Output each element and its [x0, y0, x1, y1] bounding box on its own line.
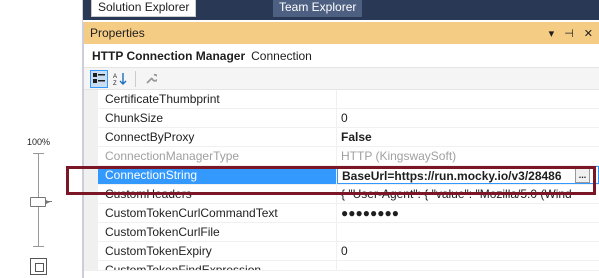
- property-name: CustomTokenExpiry: [98, 242, 337, 260]
- property-name: CustomTokenFindExpression: [98, 261, 337, 270]
- property-name: ChunkSize: [98, 109, 337, 127]
- property-name: CertificateThumbprint: [98, 90, 337, 108]
- zoom-slider-marker: [48, 201, 52, 202]
- property-value[interactable]: [337, 90, 599, 108]
- property-row[interactable]: CertificateThumbprint: [84, 90, 599, 109]
- property-name: CustomTokenCurlFile: [98, 223, 337, 241]
- property-value: HTTP (KingswaySoft): [341, 149, 457, 163]
- toolbar-separator: [135, 70, 136, 87]
- alphabetical-icon[interactable]: AZ: [111, 70, 129, 88]
- zoom-level-label: 100%: [27, 137, 51, 147]
- categorized-icon[interactable]: [90, 69, 108, 88]
- property-value[interactable]: 0: [337, 109, 599, 127]
- property-name: CustomTokenCurlCommandText: [98, 204, 337, 222]
- zoom-to-fit-button[interactable]: [30, 258, 47, 275]
- pin-icon[interactable]: ⊣: [564, 27, 574, 40]
- tab-solution-explorer[interactable]: Solution Explorer: [91, 0, 197, 17]
- zoom-slider-tick: [33, 153, 44, 154]
- svg-text:A: A: [113, 74, 117, 80]
- highlight-annotation-box: [66, 166, 596, 195]
- property-row: ConnectionManagerType HTTP (KingswaySoft…: [84, 147, 599, 166]
- property-row[interactable]: CustomTokenExpiry 0: [84, 242, 599, 261]
- object-name: HTTP Connection Manager: [92, 48, 246, 63]
- zoom-slider-thumb[interactable]: [30, 197, 50, 207]
- svg-text:Z: Z: [113, 81, 117, 86]
- property-row[interactable]: CustomTokenFindExpression: [84, 261, 599, 271]
- property-pages-icon[interactable]: [142, 70, 160, 88]
- close-icon[interactable]: ✕: [584, 27, 593, 40]
- properties-panel: Properties ▾ ⊣ ✕ HTTP Connection Manager…: [83, 22, 599, 278]
- property-value[interactable]: ●●●●●●●●: [337, 204, 599, 222]
- property-value[interactable]: [337, 223, 599, 241]
- property-row[interactable]: ConnectByProxy False: [84, 128, 599, 147]
- property-value[interactable]: 0: [337, 242, 599, 260]
- property-row[interactable]: ChunkSize 0: [84, 109, 599, 128]
- properties-toolbar: AZ: [84, 68, 599, 90]
- property-name: ConnectionManagerType: [98, 147, 337, 165]
- explorer-tab-strip: Solution Explorer Team Explorer: [83, 0, 599, 20]
- zoom-slider-tick: [33, 246, 44, 247]
- pin-dropdown-icon[interactable]: ▾: [549, 27, 555, 40]
- property-name: ConnectByProxy: [98, 128, 337, 146]
- property-row[interactable]: CustomTokenCurlFile: [84, 223, 599, 242]
- design-surface-strip: 100%: [0, 0, 83, 278]
- property-row[interactable]: CustomTokenCurlCommandText ●●●●●●●●: [84, 204, 599, 223]
- properties-title: Properties: [90, 26, 145, 40]
- tab-team-explorer[interactable]: Team Explorer: [273, 0, 363, 17]
- object-selector[interactable]: HTTP Connection Manager Connection: [84, 44, 599, 68]
- object-type: Connection: [251, 48, 312, 63]
- property-value[interactable]: [337, 261, 599, 270]
- properties-title-bar: Properties ▾ ⊣ ✕: [84, 22, 599, 44]
- property-value[interactable]: False: [337, 128, 599, 146]
